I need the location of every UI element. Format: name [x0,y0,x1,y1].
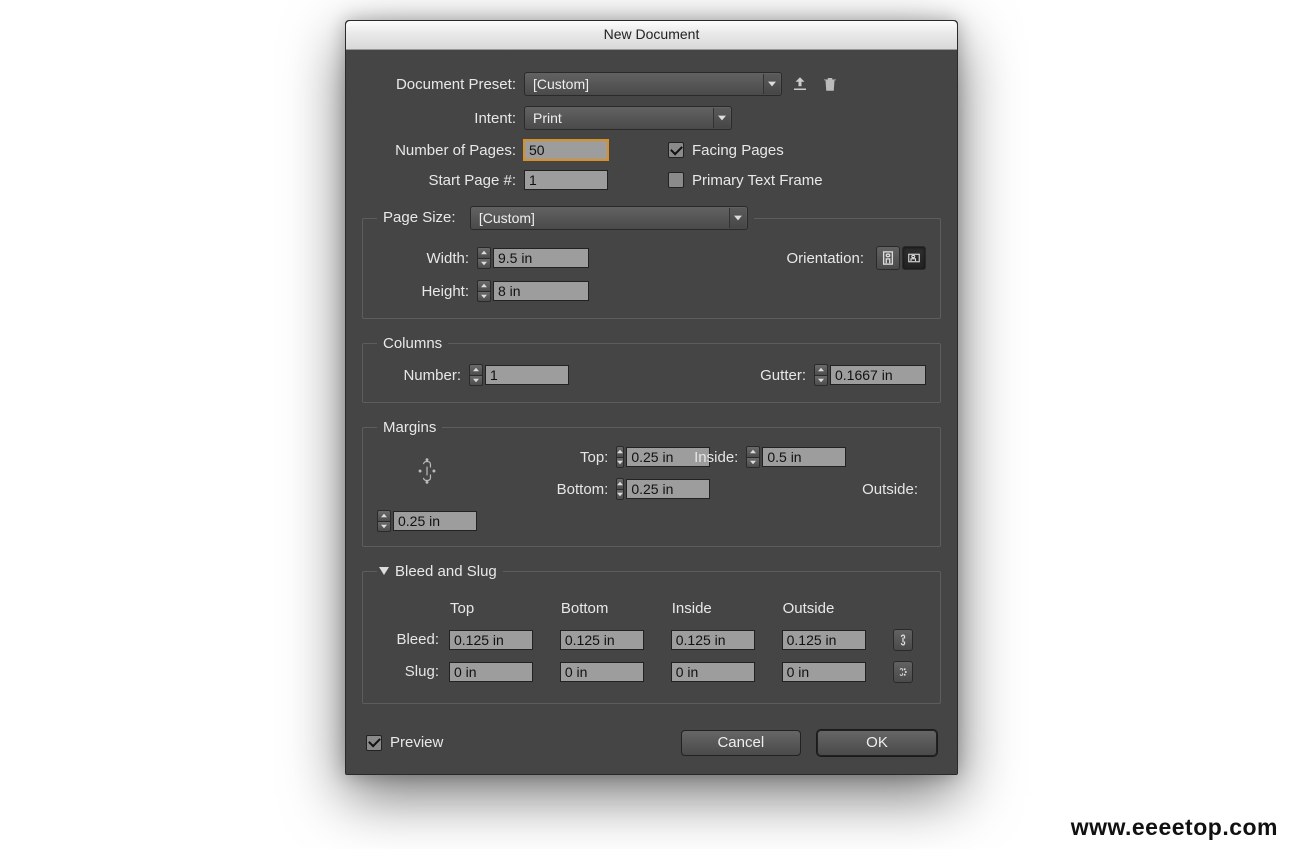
slug-bottom-input[interactable] [560,662,644,682]
dialog-title: New Document [346,21,957,50]
slug-top-input[interactable] [449,662,533,682]
delete-preset-icon[interactable] [818,73,842,95]
columns-group: Columns Number: Gutter: [362,335,941,403]
margin-outside-input[interactable] [393,511,477,531]
slug-outside-input[interactable] [782,662,866,682]
dialog-footer: Preview Cancel OK [362,730,941,760]
start-page-label: Start Page #: [362,172,524,189]
gutter-label: Gutter: [736,367,814,384]
bleed-slug-legend: Bleed and Slug [395,563,497,580]
width-stepper[interactable] [477,247,491,269]
margin-outside-label: Outside: [746,481,926,498]
primary-text-frame-label: Primary Text Frame [692,172,823,189]
margin-bottom-input[interactable] [626,479,710,499]
chevron-down-icon [713,108,730,128]
bleed-header-top: Top [449,599,558,623]
margin-inside-label: Inside: [646,449,746,466]
margin-outside-stepper[interactable] [377,510,391,532]
document-preset-label: Document Preset: [362,76,524,93]
margin-top-stepper[interactable] [616,446,624,468]
margin-inside-stepper[interactable] [746,446,760,468]
preview-label: Preview [390,734,443,751]
number-of-pages-label: Number of Pages: [362,142,524,159]
page-size-value: [Custom] [479,210,535,226]
gutter-stepper[interactable] [814,364,828,386]
width-input[interactable] [493,248,589,268]
bleed-slug-group: Bleed and Slug Top Bottom Inside Outside… [362,563,941,704]
document-preset-select[interactable]: [Custom] [524,72,782,96]
start-page-input[interactable] [524,170,608,190]
bleed-inside-input[interactable] [671,630,755,650]
bleed-header-bottom: Bottom [560,599,669,623]
bleed-top-input[interactable] [449,630,533,650]
height-input[interactable] [493,281,589,301]
orientation-portrait-button[interactable] [876,246,900,270]
margin-bottom-stepper[interactable] [616,478,624,500]
intent-select[interactable]: Print [524,106,732,130]
preview-checkbox[interactable] [366,735,382,751]
height-label: Height: [377,283,477,300]
document-preset-value: [Custom] [533,76,589,92]
save-preset-icon[interactable] [788,73,812,95]
bleed-outside-input[interactable] [782,630,866,650]
chevron-down-icon [763,74,780,94]
ok-button[interactable]: OK [817,730,937,756]
columns-number-label: Number: [377,367,469,384]
number-of-pages-input[interactable] [524,140,608,160]
margin-link-icon[interactable] [418,458,436,488]
bleed-header-outside: Outside [782,599,891,623]
page-size-legend: Page Size: [383,209,456,226]
columns-legend: Columns [377,335,448,352]
bleed-row-label: Bleed: [379,625,447,655]
intent-value: Print [533,110,562,126]
columns-number-input[interactable] [485,365,569,385]
margins-group: Margins Top: Inside: Bottom: [362,419,941,547]
orientation-landscape-button[interactable] [902,246,926,270]
page-size-select[interactable]: [Custom] [470,206,748,230]
gutter-input[interactable] [830,365,926,385]
bleed-link-icon[interactable] [893,629,913,651]
slug-row-label: Slug: [379,657,447,687]
bleed-header-inside: Inside [671,599,780,623]
chevron-down-icon [729,208,746,228]
width-label: Width: [377,250,477,267]
intent-label: Intent: [362,110,524,127]
facing-pages-checkbox[interactable] [668,142,684,158]
watermark-text: www.eeeetop.com [1071,814,1278,841]
slug-inside-input[interactable] [671,662,755,682]
slug-link-icon[interactable] [893,661,913,683]
facing-pages-label: Facing Pages [692,142,784,159]
margin-bottom-label: Bottom: [477,481,616,498]
new-document-dialog: New Document Document Preset: [Custom] I… [345,20,958,775]
cancel-button[interactable]: Cancel [681,730,801,756]
bleed-bottom-input[interactable] [560,630,644,650]
height-stepper[interactable] [477,280,491,302]
dialog-body: Document Preset: [Custom] Intent: Print … [346,50,957,774]
bleed-slug-disclosure[interactable]: Bleed and Slug [379,563,497,580]
orientation-label: Orientation: [786,250,864,267]
primary-text-frame-checkbox[interactable] [668,172,684,188]
margin-inside-input[interactable] [762,447,846,467]
margin-top-label: Top: [477,449,616,466]
page-size-group: Page Size: [Custom] Width: Orientation: [362,206,941,319]
margins-legend: Margins [377,419,442,436]
bleed-slug-table: Top Bottom Inside Outside Bleed: Slug: [377,597,926,689]
columns-number-stepper[interactable] [469,364,483,386]
